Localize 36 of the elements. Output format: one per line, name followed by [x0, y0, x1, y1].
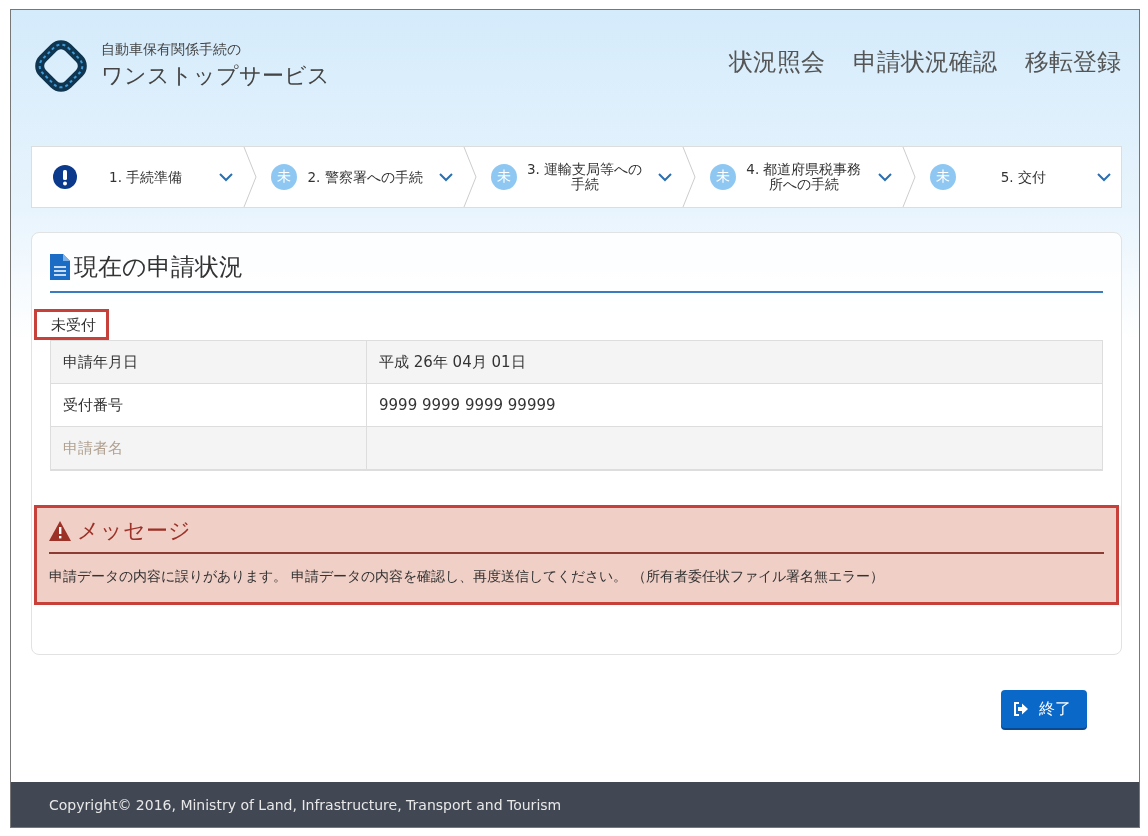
step-tab[interactable]: 1. 手続準備: [32, 147, 244, 207]
logo-title: ワンストップサービス: [101, 62, 330, 90]
status-badge: 未: [490, 164, 517, 190]
status-badge: 未: [271, 164, 298, 190]
step-divider: [901, 147, 916, 207]
message-text: 申請データの内容に誤りがあります。 申請データの内容を確認し、再度送信してください。 （所有者委任状ファイル署名無エラー）: [49, 568, 885, 586]
chevron-down-icon: [1097, 172, 1112, 182]
chevron-down-icon: [877, 172, 892, 182]
step-tab[interactable]: 未 2. 警察署への手続: [257, 147, 463, 207]
exclamation-icon: [52, 164, 78, 190]
status-label: 未受付: [34, 309, 109, 340]
nav-link[interactable]: 申請状況確認: [853, 46, 997, 78]
status-badge: 未: [929, 164, 956, 190]
nav-link[interactable]: 移転登録: [1025, 46, 1121, 78]
table-cell: 平成 26年 04月 01日: [367, 341, 1102, 384]
nav-link[interactable]: 状況照会: [729, 46, 825, 78]
table-label: 申請年月日: [51, 341, 367, 384]
chevron-down-icon: [658, 172, 673, 182]
exit-icon: [1013, 702, 1029, 716]
step-tab[interactable]: 未 3. 運輸支局等への 手続: [476, 147, 683, 207]
step-divider: [682, 147, 697, 207]
status-badge: 未: [710, 164, 737, 190]
document-icon: [50, 254, 70, 280]
warning-icon: [49, 521, 71, 541]
exit-button[interactable]: 終了: [1001, 690, 1087, 728]
step-tab[interactable]: 未 4. 都道府県税事務 所への手続: [696, 147, 902, 207]
step-tab[interactable]: 未 5. 交付: [915, 147, 1122, 207]
chevron-down-icon: [219, 172, 234, 182]
logo-caption: 自動車保有関係手続の: [101, 41, 242, 59]
step-divider: [462, 147, 477, 207]
footer-text: Copyright© 2016, Ministry of Land, Infrastructure, Transport and Tourism: [11, 782, 1139, 827]
step-divider: [243, 147, 258, 207]
message-title: メッセージ: [77, 517, 191, 545]
section-title: 現在の申請状況: [74, 252, 243, 283]
chevron-down-icon: [438, 172, 453, 182]
table-label: 申請者名: [51, 427, 367, 470]
